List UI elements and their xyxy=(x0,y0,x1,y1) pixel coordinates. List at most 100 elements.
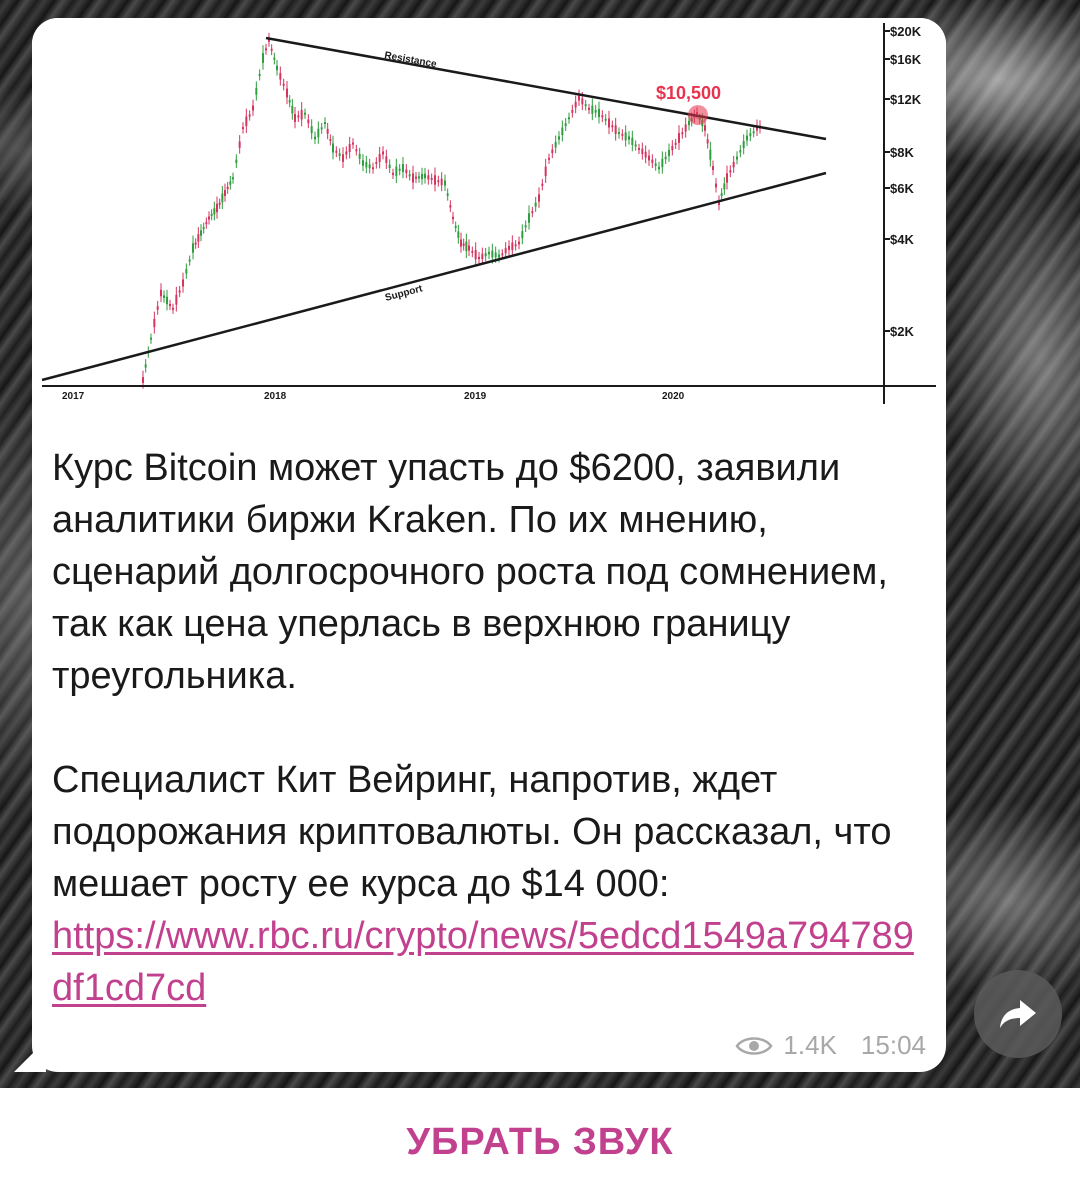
candle-body xyxy=(498,254,500,258)
candle-body xyxy=(641,148,644,154)
candle-body xyxy=(494,252,497,258)
candle-body xyxy=(465,241,468,252)
candle-body xyxy=(449,205,452,208)
candle-body xyxy=(421,173,423,180)
view-count: 1.4K xyxy=(783,1030,837,1060)
candle-body xyxy=(192,243,194,253)
candle-body xyxy=(452,216,454,220)
candle-body xyxy=(310,126,313,134)
candle-body xyxy=(262,53,264,63)
candle-body xyxy=(588,107,590,110)
candle-body xyxy=(568,117,570,120)
candle-body xyxy=(424,173,426,179)
candle-body xyxy=(210,213,213,216)
year-label: 2017 xyxy=(62,391,85,402)
candle-body xyxy=(508,245,510,251)
mute-button[interactable]: УБРАТЬ ЗВУК xyxy=(376,1111,703,1174)
candle-body xyxy=(742,141,745,149)
candle-body xyxy=(511,242,514,251)
candle-body xyxy=(430,177,433,180)
candle-body xyxy=(175,294,178,305)
candle-body xyxy=(574,101,577,108)
candle-body xyxy=(224,190,226,196)
candle-body xyxy=(528,213,530,223)
resistance-label: Resistance xyxy=(383,50,437,70)
candle-body xyxy=(518,241,520,245)
candle-body xyxy=(538,194,540,202)
candle-body xyxy=(169,304,171,307)
candle-body xyxy=(205,222,208,225)
candle-body xyxy=(644,151,647,158)
chart-image[interactable]: $10,500 Resistance Support $20K $16K $12… xyxy=(32,18,946,418)
candle-body xyxy=(678,133,680,143)
candle-body xyxy=(213,208,216,215)
candle-body xyxy=(388,164,391,169)
candle-body xyxy=(551,149,554,154)
year-label: 2018 xyxy=(264,391,287,402)
candle-body xyxy=(208,216,210,220)
candle-body xyxy=(488,251,490,255)
candle-body xyxy=(729,170,732,173)
resistance-line xyxy=(265,36,827,141)
candle-body xyxy=(185,269,188,274)
candle-body xyxy=(681,132,684,135)
candle-body xyxy=(618,132,620,135)
share-button[interactable] xyxy=(974,970,1062,1058)
candle-body xyxy=(412,173,414,183)
candle-body xyxy=(631,137,634,145)
candle-body xyxy=(739,150,742,153)
candle-body xyxy=(726,173,728,183)
highlight-price-label: $10,500 xyxy=(656,83,721,103)
candle-body xyxy=(221,193,224,203)
candle-body xyxy=(300,109,303,120)
candle-body xyxy=(218,202,221,205)
candle-body xyxy=(405,169,408,174)
candle-body xyxy=(252,105,254,111)
candle-body xyxy=(202,227,205,230)
support-line xyxy=(41,171,827,382)
candle-body xyxy=(352,142,354,145)
candle-body xyxy=(382,151,384,155)
candle-body xyxy=(255,87,258,95)
candle-body xyxy=(571,109,574,113)
candle-body xyxy=(598,108,600,118)
candle-body xyxy=(638,147,640,150)
candle-body xyxy=(654,163,657,166)
candle-body xyxy=(368,164,371,169)
candle-body xyxy=(418,176,420,179)
candle-body xyxy=(314,136,316,140)
candle-body xyxy=(608,118,610,128)
candle-body xyxy=(362,160,364,166)
candle-body xyxy=(706,139,709,144)
candle-body xyxy=(604,118,607,121)
candle-body xyxy=(297,115,300,118)
candle-body xyxy=(434,175,436,185)
year-label: 2019 xyxy=(464,391,487,402)
support-label: Support xyxy=(384,283,425,304)
candle-body xyxy=(720,193,723,197)
candle-body xyxy=(279,73,282,80)
candle-body xyxy=(188,259,191,262)
year-label: 2020 xyxy=(662,391,685,402)
chart-svg: $10,500 Resistance Support $20K $16K $12… xyxy=(41,23,936,404)
candle-body xyxy=(704,125,706,131)
candle-body xyxy=(732,162,735,168)
candle-body xyxy=(578,95,580,101)
candle-body xyxy=(294,114,296,122)
candle-body xyxy=(548,157,550,160)
candle-body xyxy=(160,289,162,297)
price-label: $2K xyxy=(890,324,914,339)
candle-body xyxy=(624,132,627,141)
candle-body xyxy=(628,136,630,140)
candle-body xyxy=(342,154,344,162)
candle-body xyxy=(460,239,462,247)
candle-body xyxy=(715,183,717,188)
candle-body xyxy=(166,296,168,305)
candle-body xyxy=(276,65,278,71)
message-bubble[interactable]: $10,500 Resistance Support $20K $16K $12… xyxy=(32,18,946,1072)
candle-body xyxy=(457,231,460,238)
candle-body xyxy=(648,155,650,161)
news-link[interactable]: https://www.rbc.ru/crypto/news/5edcd1549… xyxy=(52,915,914,1009)
candle-body xyxy=(614,125,617,135)
candle-body xyxy=(746,135,748,141)
